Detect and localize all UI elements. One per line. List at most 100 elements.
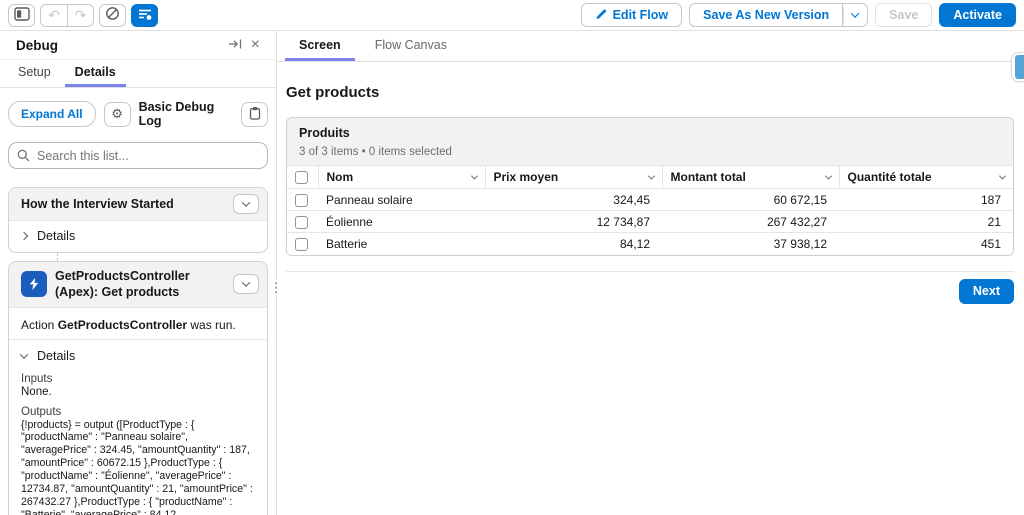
interview-details-toggle[interactable]: Details bbox=[21, 229, 255, 243]
search-input[interactable] bbox=[8, 142, 268, 169]
expand-all-label: Expand All bbox=[21, 107, 83, 121]
gear-icon: ⚙ bbox=[111, 106, 123, 122]
save-as-new-version-button[interactable]: Save As New Version bbox=[689, 3, 843, 27]
search-row bbox=[0, 128, 276, 169]
details-label: Details bbox=[37, 229, 75, 243]
debug-panel-header: Debug × bbox=[0, 31, 276, 60]
apex-card-menu-button[interactable] bbox=[233, 274, 259, 294]
debug-controls-row: Expand All ⚙ Basic Debug Log bbox=[0, 88, 276, 128]
column-header-prix-moyen[interactable]: Prix moyen bbox=[485, 166, 662, 189]
column-menu-chevron-icon[interactable] bbox=[999, 172, 1006, 179]
outputs-value: {!products} = output ([ProductType : { "… bbox=[21, 419, 255, 515]
cell-prix-moyen: 324,45 bbox=[485, 189, 662, 211]
flow-builder-app: ↶ ↷ Edit Flow bbox=[0, 0, 1024, 515]
debug-log-options-button[interactable] bbox=[131, 4, 158, 27]
tab-flow-canvas-label: Flow Canvas bbox=[375, 38, 447, 52]
interview-card-menu-button[interactable] bbox=[233, 194, 259, 214]
expand-all-button[interactable]: Expand All bbox=[8, 101, 96, 127]
debug-panel-title: Debug bbox=[16, 38, 224, 53]
row-checkbox[interactable] bbox=[295, 238, 308, 251]
row-checkbox[interactable] bbox=[295, 216, 308, 229]
cell-nom: Batterie bbox=[318, 233, 485, 255]
cell-quantite-totale: 21 bbox=[839, 211, 1013, 233]
save-as-split-button: Save As New Version bbox=[689, 3, 868, 27]
interview-card-header: How the Interview Started bbox=[9, 188, 267, 221]
redo-button[interactable]: ↷ bbox=[67, 4, 94, 27]
cell-prix-moyen: 84,12 bbox=[485, 233, 662, 255]
debug-panel: Debug × Setup Details bbox=[0, 31, 277, 515]
apex-card-body: Action GetProductsController was run. De… bbox=[9, 308, 267, 515]
action-prefix: Action bbox=[21, 318, 58, 332]
undo-redo-group: ↶ ↷ bbox=[40, 4, 94, 27]
activate-label: Activate bbox=[953, 8, 1002, 22]
close-icon: × bbox=[251, 37, 260, 53]
column-menu-chevron-icon[interactable] bbox=[470, 172, 477, 179]
undo-button[interactable]: ↶ bbox=[40, 4, 67, 27]
right-panel-toggle[interactable] bbox=[1011, 52, 1024, 82]
tab-setup[interactable]: Setup bbox=[8, 60, 61, 87]
edit-flow-button[interactable]: Edit Flow bbox=[581, 3, 683, 27]
save-button[interactable]: Save bbox=[875, 3, 932, 27]
cell-nom: Éolienne bbox=[318, 211, 485, 233]
screen-body: Get products Produits 3 of 3 items • 0 i… bbox=[277, 62, 1024, 304]
details-label: Details bbox=[37, 349, 75, 363]
card-connector-line bbox=[57, 253, 58, 261]
prohibit-icon bbox=[105, 6, 120, 24]
products-table: Nom Prix moyen Montant total Quantité to… bbox=[287, 165, 1013, 255]
debug-settings-button[interactable]: ⚙ bbox=[104, 102, 131, 127]
apex-card-title: GetProductsController (Apex): Get produc… bbox=[55, 268, 225, 301]
cell-montant-total: 267 432,27 bbox=[662, 211, 839, 233]
close-panel-button[interactable]: × bbox=[247, 35, 264, 55]
debug-log-icon bbox=[137, 7, 153, 24]
debug-cards: How the Interview Started Details bbox=[0, 169, 276, 515]
save-as-new-version-label: Save As New Version bbox=[703, 8, 829, 22]
tab-flow-canvas[interactable]: Flow Canvas bbox=[361, 31, 461, 61]
tab-screen-label: Screen bbox=[299, 38, 341, 52]
toolbar-right-buttons: Edit Flow Save As New Version Save Activ… bbox=[581, 3, 1016, 27]
activate-button[interactable]: Activate bbox=[939, 3, 1016, 27]
cell-montant-total: 37 938,12 bbox=[662, 233, 839, 255]
disable-elements-button[interactable] bbox=[99, 4, 126, 27]
row-checkbox[interactable] bbox=[295, 194, 308, 207]
panel-toggle-icon bbox=[14, 7, 30, 24]
action-run-line: Action GetProductsController was run. bbox=[21, 316, 255, 339]
undo-icon: ↶ bbox=[48, 8, 60, 22]
column-label: Prix moyen bbox=[494, 170, 559, 184]
column-menu-chevron-icon[interactable] bbox=[647, 172, 654, 179]
next-label: Next bbox=[973, 284, 1000, 298]
cell-nom: Panneau solaire bbox=[318, 189, 485, 211]
action-name: GetProductsController bbox=[58, 318, 187, 332]
cell-montant-total: 60 672,15 bbox=[662, 189, 839, 211]
pin-right-icon bbox=[228, 38, 243, 52]
dock-panel-button[interactable] bbox=[224, 36, 247, 54]
column-label: Montant total bbox=[671, 170, 746, 184]
column-header-montant-total[interactable]: Montant total bbox=[662, 166, 839, 189]
screen-panel: Screen Flow Canvas Get products Produits… bbox=[277, 31, 1024, 515]
chevron-down-icon bbox=[851, 9, 859, 17]
tab-details[interactable]: Details bbox=[65, 60, 126, 87]
apex-details-toggle[interactable]: Details bbox=[21, 340, 255, 370]
column-menu-chevron-icon[interactable] bbox=[824, 172, 831, 179]
table-summary: 3 of 3 items • 0 items selected bbox=[299, 146, 1001, 158]
interview-card-body: Details bbox=[9, 221, 267, 252]
inputs-label: Inputs bbox=[21, 373, 255, 385]
debug-panel-tabs: Setup Details bbox=[0, 60, 276, 88]
search-icon bbox=[17, 149, 30, 162]
tab-setup-label: Setup bbox=[18, 65, 51, 79]
save-as-dropdown-button[interactable] bbox=[843, 3, 868, 27]
table-row: Éolienne 12 734,87 267 432,27 21 bbox=[287, 211, 1013, 233]
next-button[interactable]: Next bbox=[959, 279, 1014, 304]
cell-quantite-totale: 187 bbox=[839, 189, 1013, 211]
table-row: Batterie 84,12 37 938,12 451 bbox=[287, 233, 1013, 255]
column-header-nom[interactable]: Nom bbox=[318, 166, 485, 189]
column-header-quantite-totale[interactable]: Quantité totale bbox=[839, 166, 1013, 189]
select-all-checkbox[interactable] bbox=[295, 171, 308, 184]
products-table-card: Produits 3 of 3 items • 0 items selected… bbox=[286, 117, 1014, 256]
chevron-right-icon bbox=[20, 232, 28, 240]
copy-log-button[interactable] bbox=[241, 102, 268, 127]
action-suffix: was run. bbox=[187, 318, 236, 332]
table-row: Panneau solaire 324,45 60 672,15 187 bbox=[287, 189, 1013, 211]
tab-screen[interactable]: Screen bbox=[285, 31, 355, 61]
chevron-down-icon bbox=[242, 279, 250, 287]
toggle-panel-button[interactable] bbox=[8, 4, 35, 27]
